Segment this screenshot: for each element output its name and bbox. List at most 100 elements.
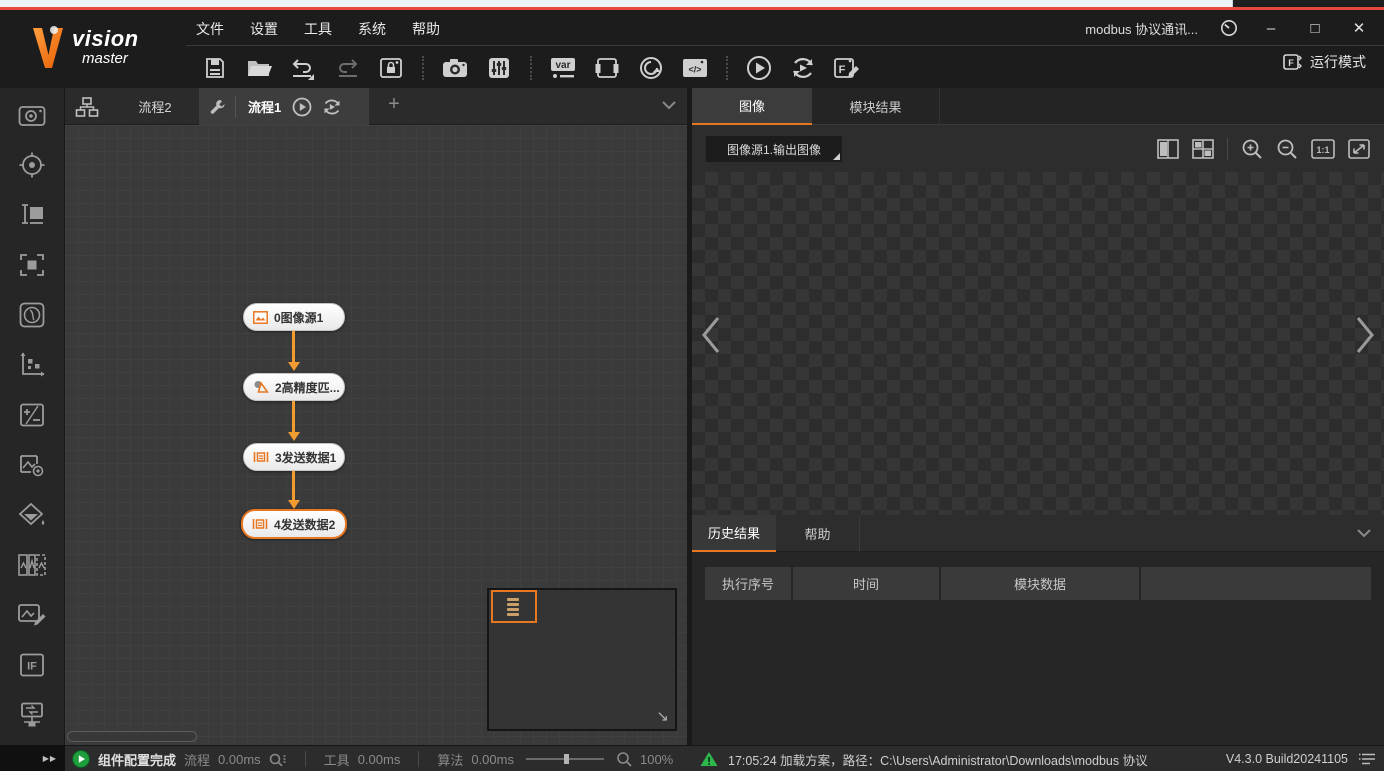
menu-file[interactable]: 文件 xyxy=(196,19,224,39)
flow-list-icon[interactable] xyxy=(75,96,99,118)
zoom-slider-thumb[interactable] xyxy=(564,754,569,764)
flow-node-send-data-2[interactable]: 4发送数据2 xyxy=(241,509,347,539)
main-area: IF 流程2 流程1 xyxy=(0,88,1384,745)
fit-window-icon[interactable] xyxy=(1348,139,1370,159)
canvas-h-scrollbar-thumb[interactable] xyxy=(67,731,197,742)
close-button[interactable]: ✕ xyxy=(1348,19,1370,37)
color-fill-icon[interactable] xyxy=(17,500,47,530)
open-button[interactable] xyxy=(244,53,274,83)
edit-scheme-button[interactable]: F xyxy=(832,53,862,83)
flow-canvas[interactable]: 0图像源1 2高精度匹... 3发送数据1 4发送数据2 xyxy=(65,125,687,745)
timer-icon[interactable] xyxy=(1220,19,1238,37)
maximize-button[interactable]: □ xyxy=(1304,20,1326,37)
log-list-icon[interactable] xyxy=(1358,752,1376,766)
menu-tools[interactable]: 工具 xyxy=(304,19,332,39)
canvas-zoom-percent: 100% xyxy=(640,752,673,767)
run-once-button[interactable] xyxy=(744,53,774,83)
split-four-view-icon[interactable] xyxy=(1192,139,1214,159)
flow-node-match[interactable]: 2高精度匹... xyxy=(243,373,345,401)
col-exec-index[interactable]: 执行序号 xyxy=(705,567,791,600)
image-process-icon[interactable] xyxy=(17,450,47,480)
light-settings-button[interactable] xyxy=(484,53,514,83)
minimap-resize-handle[interactable]: ↘ xyxy=(656,707,669,725)
image-display-area[interactable] xyxy=(692,172,1384,515)
menu-settings[interactable]: 设置 xyxy=(250,19,278,39)
recognition-focus-icon[interactable] xyxy=(17,250,47,280)
flow-time-detail-icon[interactable] xyxy=(269,752,287,766)
col-module-data[interactable]: 模块数据 xyxy=(941,567,1139,600)
status-left: 组件配置完成 流程 0.00ms 工具 0.00ms 算法 0.00ms 100… xyxy=(72,746,673,771)
prev-image-chevron-icon[interactable] xyxy=(698,314,724,356)
measure-icon[interactable] xyxy=(17,200,47,230)
tab-history-result[interactable]: 历史结果 xyxy=(692,515,776,552)
run-mode-switch[interactable]: F 运行模式 xyxy=(1282,52,1366,72)
flow-tabs-chevron-down-icon[interactable] xyxy=(661,99,677,111)
send-data-node-icon xyxy=(252,517,268,531)
undo-button[interactable] xyxy=(288,53,318,83)
zoom-one-to-one-icon[interactable]: 1:1 xyxy=(1311,139,1335,159)
menu-system[interactable]: 系统 xyxy=(358,19,386,39)
tool-time-value: 0.00ms xyxy=(358,752,401,767)
flow-node-send-data-1[interactable]: 3发送数据1 xyxy=(243,443,345,471)
tab-help[interactable]: 帮助 xyxy=(776,515,860,552)
status-right: 17:05:24 加载方案，路径：C:\Users\Administrator\… xyxy=(700,746,1376,771)
calculator-icon[interactable] xyxy=(17,400,47,430)
image-view-tools: 1:1 xyxy=(1157,136,1370,162)
history-collapse-chevron-icon[interactable] xyxy=(1356,527,1372,539)
flow-tab-bar: 流程2 流程1 + xyxy=(65,88,687,125)
minimap-viewport[interactable] xyxy=(491,590,537,623)
next-image-chevron-icon[interactable] xyxy=(1352,314,1378,356)
flow-run-continuous-icon[interactable] xyxy=(321,96,343,118)
save-button[interactable] xyxy=(200,53,230,83)
image-edit-icon[interactable] xyxy=(17,600,47,630)
menu-help[interactable]: 帮助 xyxy=(412,19,440,39)
svg-text:F: F xyxy=(1288,58,1294,68)
image-toolbar: 图像源1.输出图像 1:1 xyxy=(692,125,1384,172)
communication-icon[interactable] xyxy=(17,700,47,730)
minimap-node-mark xyxy=(507,603,519,606)
flow-settings-wrench-icon[interactable] xyxy=(199,98,235,116)
global-trigger-button[interactable] xyxy=(636,53,666,83)
zoom-out-icon[interactable] xyxy=(1276,138,1298,160)
defect-compare-icon[interactable] xyxy=(17,550,47,580)
script-button[interactable]: </> xyxy=(680,53,710,83)
image-source-dropdown[interactable]: 图像源1.输出图像 xyxy=(706,136,842,162)
flow-time-value: 0.00ms xyxy=(218,752,261,767)
tab-flow2[interactable]: 流程2 xyxy=(111,88,199,125)
status-separator xyxy=(418,751,419,767)
canvas-minimap[interactable]: ↘ xyxy=(487,588,677,731)
redo-button[interactable] xyxy=(332,53,362,83)
col-time[interactable]: 时间 xyxy=(793,567,939,600)
deep-learning-icon[interactable] xyxy=(17,300,47,330)
run-continuous-button[interactable] xyxy=(788,53,818,83)
tab-module-result[interactable]: 模块结果 xyxy=(812,88,940,125)
flow-run-once-icon[interactable] xyxy=(291,96,313,118)
titlebar-controls: modbus 协议通讯... – □ ✕ xyxy=(1085,12,1370,44)
global-variable-button[interactable]: var xyxy=(548,53,578,83)
flow-node-image-source[interactable]: 0图像源1 xyxy=(243,303,345,331)
flow-connector-arrow xyxy=(292,331,295,363)
split-two-view-icon[interactable] xyxy=(1157,139,1179,159)
background-window-strip xyxy=(0,0,1233,7)
tab-flow1-group[interactable]: 流程1 xyxy=(199,88,369,125)
sidebar-expand-corner[interactable]: ▶▶ xyxy=(0,745,65,771)
tab-flow1[interactable]: 流程1 xyxy=(236,97,291,116)
canvas-zoom-slider[interactable] xyxy=(526,753,604,765)
flow-time-label: 流程 xyxy=(184,750,210,769)
status-bar: ▶▶ 组件配置完成 流程 0.00ms 工具 0.00ms 算法 0.00ms … xyxy=(0,745,1384,771)
run-mode-icon: F xyxy=(1282,52,1302,72)
send-data-node-icon xyxy=(253,450,269,464)
sidebar-expand-icon[interactable]: ▶▶ xyxy=(43,754,57,763)
if-logic-icon[interactable]: IF xyxy=(17,650,47,680)
calibration-axes-icon[interactable] xyxy=(17,350,47,380)
canvas-h-scrollbar[interactable] xyxy=(67,731,683,742)
module-io-button[interactable] xyxy=(592,53,622,83)
camera-button[interactable] xyxy=(440,53,470,83)
location-crosshair-icon[interactable] xyxy=(17,150,47,180)
minimize-button[interactable]: – xyxy=(1260,20,1282,37)
tab-image[interactable]: 图像 xyxy=(692,88,812,125)
add-flow-button[interactable]: + xyxy=(381,93,407,116)
lock-button[interactable] xyxy=(376,53,406,83)
acquisition-camera-icon[interactable] xyxy=(17,100,47,130)
zoom-in-icon[interactable] xyxy=(1241,138,1263,160)
